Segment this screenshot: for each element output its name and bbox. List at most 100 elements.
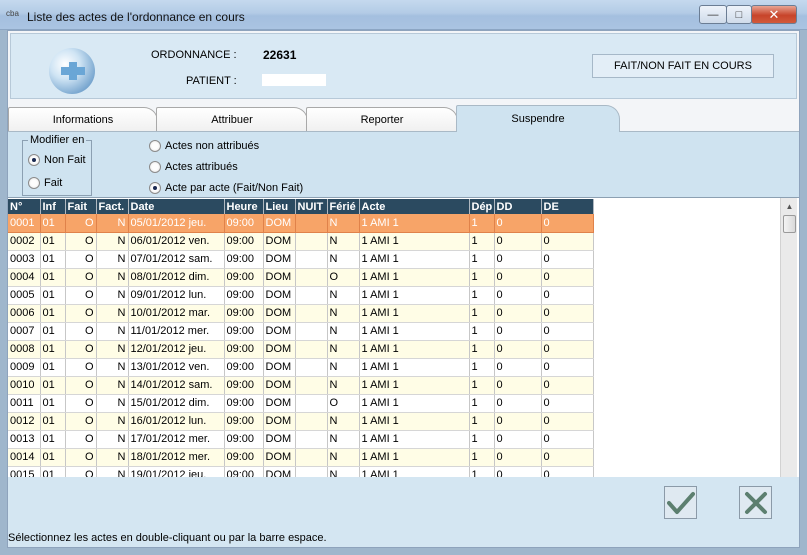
radio-non-fait-icon[interactable] — [28, 154, 40, 166]
table-row[interactable]: 0005 01 O N 09/01/2012 lun. 09:00 DOM N 1 AMI 11… — [8, 286, 594, 305]
table-cell: 0 — [541, 412, 594, 431]
table-cell: 1 AMI 1 — [359, 322, 470, 341]
table-cell: 0001 — [8, 214, 41, 233]
column-header[interactable]: Acte — [359, 199, 470, 214]
tab-attribuer[interactable]: Attribuer — [156, 107, 308, 131]
table-cell: O — [65, 232, 97, 251]
column-header[interactable]: N° — [8, 199, 41, 214]
table-row[interactable]: 0001 01 O N 05/01/2012 jeu. 09:00 DOM N 1 AMI 11… — [8, 214, 594, 233]
table-cell: 09:00 — [224, 466, 264, 477]
column-header[interactable]: Fait — [65, 199, 97, 214]
vertical-scrollbar[interactable]: ▲ — [780, 198, 797, 477]
column-header[interactable]: DD — [494, 199, 542, 214]
table-cell: N — [96, 412, 129, 431]
table-cell: N — [327, 412, 360, 431]
table-row[interactable]: 0007 01 O N 11/01/2012 mer. 09:00 DOM N 1 AMI 11… — [8, 322, 594, 341]
table-cell: 1 AMI 1 — [359, 430, 470, 449]
column-header[interactable]: Inf — [40, 199, 66, 214]
validate-button[interactable] — [664, 486, 697, 519]
table-cell: O — [65, 268, 97, 287]
table-row[interactable]: 0003 01 O N 07/01/2012 sam. 09:00 DOM N 1 AMI 11… — [8, 250, 594, 269]
column-header[interactable]: Dép — [469, 199, 495, 214]
table-cell: 0 — [494, 358, 542, 377]
tab-suspendre[interactable]: Suspendre — [456, 105, 620, 132]
table-cell: O — [65, 448, 97, 467]
table-cell: 09:00 — [224, 358, 264, 377]
table-cell — [295, 214, 328, 233]
column-header[interactable]: Heure — [224, 199, 264, 214]
radio-fait[interactable]: Fait — [28, 177, 62, 189]
table-row[interactable]: 0013 01 O N 17/01/2012 mer. 09:00 DOM N 1 AMI 11… — [8, 430, 594, 449]
radio-actes-attribues[interactable]: Actes attribués — [149, 161, 238, 173]
radio-fait-label: Fait — [44, 177, 63, 189]
actes-grid[interactable]: N° Inf Fait Fact. Date Heure Lieu NUIT Férié Acte… — [8, 197, 799, 477]
radio-actes-non-attribues[interactable]: Actes non attribués — [149, 140, 259, 152]
table-cell: DOM — [263, 304, 296, 323]
radio-acte-par-acte-icon[interactable] — [149, 182, 161, 194]
table-cell: N — [96, 430, 129, 449]
table-cell: 1 AMI 1 — [359, 448, 470, 467]
column-header[interactable]: DE — [541, 199, 594, 214]
table-cell: DOM — [263, 412, 296, 431]
table-cell: 16/01/2012 lun. — [128, 412, 225, 431]
status-button[interactable]: FAIT/NON FAIT EN COURS — [592, 54, 774, 78]
table-cell: 0005 — [8, 286, 41, 305]
table-row[interactable]: 0015 01 O N 19/01/2012 jeu. 09:00 DOM N 1 AMI 11… — [8, 466, 594, 477]
table-cell: N — [327, 466, 360, 477]
scroll-up-arrow-icon[interactable]: ▲ — [781, 198, 798, 215]
table-cell: 0 — [541, 466, 594, 477]
table-row[interactable]: 0006 01 O N 10/01/2012 mar. 09:00 DOM N 1 AMI 11… — [8, 304, 594, 323]
table-cell: O — [327, 268, 360, 287]
table-row[interactable]: 0008 01 O N 12/01/2012 jeu. 09:00 DOM N 1 AMI 11… — [8, 340, 594, 359]
table-cell: N — [327, 214, 360, 233]
column-header[interactable]: Fact. — [96, 199, 129, 214]
radio-acte-par-acte[interactable]: Acte par acte (Fait/Non Fait) — [149, 182, 303, 194]
column-header[interactable]: Date — [128, 199, 225, 214]
radio-actes-attribues-icon[interactable] — [149, 161, 161, 173]
table-cell — [295, 340, 328, 359]
scrollbar-thumb[interactable] — [783, 215, 796, 233]
table-cell: 09/01/2012 lun. — [128, 286, 225, 305]
actes-table: N° Inf Fait Fact. Date Heure Lieu NUIT Férié Acte… — [8, 199, 594, 477]
radio-fait-icon[interactable] — [28, 177, 40, 189]
table-cell: 0 — [494, 412, 542, 431]
table-cell: 0 — [494, 340, 542, 359]
table-cell: 0 — [494, 304, 542, 323]
column-header[interactable]: Férié — [327, 199, 360, 214]
table-cell: N — [96, 304, 129, 323]
table-row[interactable]: 0009 01 O N 13/01/2012 ven. 09:00 DOM N 1 AMI 11… — [8, 358, 594, 377]
table-row[interactable]: 0012 01 O N 16/01/2012 lun. 09:00 DOM N 1 AMI 11… — [8, 412, 594, 431]
column-header[interactable]: NUIT — [295, 199, 328, 214]
table-cell: 0011 — [8, 394, 41, 413]
radio-non-fait[interactable]: Non Fait — [28, 154, 86, 166]
table-cell: 0 — [541, 394, 594, 413]
close-icon: ✕ — [768, 6, 780, 22]
column-header[interactable]: Lieu — [263, 199, 296, 214]
tab-informations[interactable]: Informations — [8, 107, 158, 131]
table-cell — [295, 268, 328, 287]
tab-reporter[interactable]: Reporter — [306, 107, 458, 131]
maximize-button[interactable]: □ — [726, 5, 752, 24]
table-row[interactable]: 0014 01 O N 18/01/2012 mer. 09:00 DOM N 1 AMI 11… — [8, 448, 594, 467]
table-cell: N — [96, 214, 129, 233]
cancel-button[interactable] — [739, 486, 772, 519]
minimize-button[interactable]: — — [699, 5, 727, 24]
table-cell: N — [327, 340, 360, 359]
dialog-client: ORDONNANCE : 22631 PATIENT : FAIT/NON FA… — [7, 30, 800, 548]
table-row[interactable]: 0011 01 O N 15/01/2012 dim. 09:00 DOM O 1 AMI 11… — [8, 394, 594, 413]
table-cell: 1 — [469, 322, 495, 341]
table-row[interactable]: 0004 01 O N 08/01/2012 dim. 09:00 DOM O 1 AMI 11… — [8, 268, 594, 287]
table-cell: 0006 — [8, 304, 41, 323]
table-cell: 1 — [469, 358, 495, 377]
table-cell: 08/01/2012 dim. — [128, 268, 225, 287]
table-cell: 09:00 — [224, 268, 264, 287]
close-button[interactable]: ✕ — [751, 5, 797, 24]
table-cell: 01 — [40, 304, 66, 323]
table-cell: O — [65, 466, 97, 477]
table-row[interactable]: 0010 01 O N 14/01/2012 sam. 09:00 DOM N 1 AMI 11… — [8, 376, 594, 395]
table-cell: N — [96, 394, 129, 413]
table-cell: O — [65, 412, 97, 431]
radio-actes-non-attribues-icon[interactable] — [149, 140, 161, 152]
table-row[interactable]: 0002 01 O N 06/01/2012 ven. 09:00 DOM N 1 AMI 11… — [8, 232, 594, 251]
table-cell: 1 AMI 1 — [359, 340, 470, 359]
